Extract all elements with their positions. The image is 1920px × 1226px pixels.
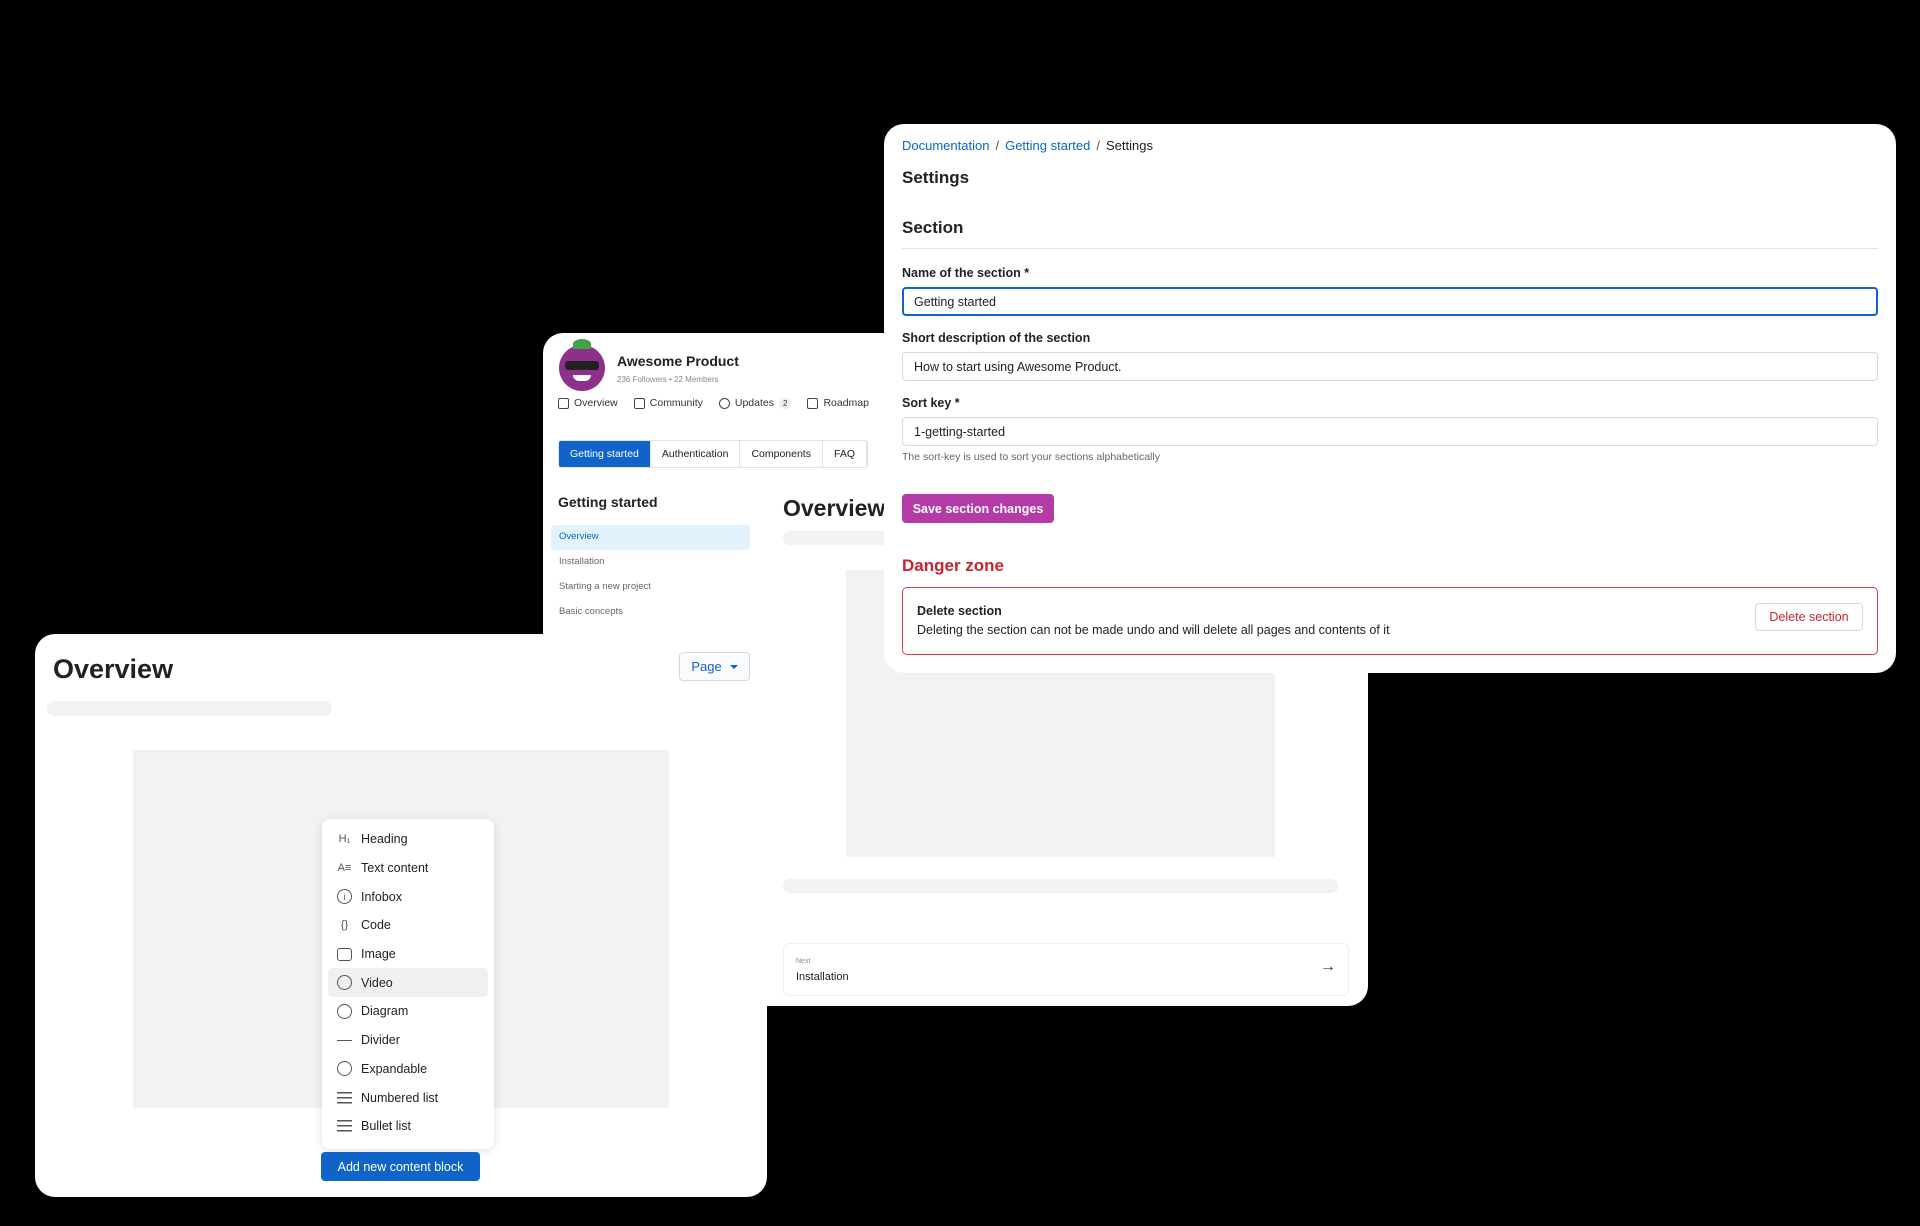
content-block-menu: H₁ Heading A≡ Text content i Infobox {} … <box>322 819 494 1149</box>
diagram-icon <box>336 1003 353 1020</box>
menu-item-code[interactable]: {} Code <box>328 911 488 940</box>
settings-window: Documentation / Getting started / Settin… <box>884 124 1896 673</box>
add-content-block-button[interactable]: Add new content block <box>321 1152 480 1181</box>
sidebar-list: Overview Installation Starting a new pro… <box>551 525 750 625</box>
menu-item-image[interactable]: Image <box>328 940 488 969</box>
sidebar-item-basic-concepts[interactable]: Basic concepts <box>551 600 750 625</box>
video-icon <box>336 974 353 991</box>
roadmap-icon <box>807 397 819 409</box>
menu-item-label: Heading <box>361 832 408 847</box>
menu-item-numbered-list[interactable]: Numbered list <box>328 1083 488 1112</box>
numbered-list-icon <box>336 1089 353 1106</box>
divider <box>902 248 1878 249</box>
bullet-list-icon <box>336 1118 353 1135</box>
nav-overview[interactable]: Overview <box>558 397 618 409</box>
menu-item-heading[interactable]: H₁ Heading <box>328 825 488 854</box>
next-label: Next <box>796 958 811 965</box>
product-meta: 236 Followers • 22 Members <box>617 374 719 384</box>
product-name: Awesome Product <box>617 352 739 369</box>
menu-item-label: Video <box>361 975 393 990</box>
divider-icon <box>336 1032 353 1049</box>
danger-zone-box: Delete section Deleting the section can … <box>902 587 1878 655</box>
menu-item-video[interactable]: Video <box>328 968 488 998</box>
tab-getting-started[interactable]: Getting started <box>559 441 651 467</box>
nav-roadmap[interactable]: Roadmap <box>807 397 869 409</box>
danger-zone-title: Danger zone <box>902 556 1005 575</box>
menu-item-label: Image <box>361 947 396 962</box>
breadcrumb-separator: / <box>995 138 1000 153</box>
overview-editor-window: Overview Page H₁ Heading A≡ Text content… <box>35 634 767 1197</box>
chevron-down-icon <box>729 664 738 669</box>
menu-item-bullet-list[interactable]: Bullet list <box>328 1112 488 1141</box>
updates-count-badge: 2 <box>778 397 792 409</box>
expandable-icon <box>336 1060 353 1077</box>
menu-item-label: Text content <box>361 861 429 876</box>
tab-authentication[interactable]: Authentication <box>651 441 741 467</box>
description-label: Short description of the section <box>902 331 1091 345</box>
product-avatar <box>559 339 605 391</box>
sort-key-input[interactable] <box>902 417 1878 446</box>
next-page-link[interactable]: Next Installation → <box>783 943 1349 996</box>
section-description-input[interactable] <box>902 352 1878 381</box>
next-page-title: Installation <box>796 971 849 983</box>
menu-item-label: Bullet list <box>361 1119 412 1134</box>
section-tabs: Getting started Authentication Component… <box>558 440 868 468</box>
menu-item-expandable[interactable]: Expandable <box>328 1055 488 1084</box>
placeholder-line <box>47 701 332 716</box>
image-icon <box>336 946 353 963</box>
sort-key-label: Sort key * <box>902 396 960 410</box>
section-heading: Section <box>902 218 964 237</box>
menu-item-label: Expandable <box>361 1061 428 1076</box>
nav-label: Community <box>649 397 703 409</box>
page-title: Settings <box>902 168 970 187</box>
menu-item-text-content[interactable]: A≡ Text content <box>328 854 488 883</box>
menu-item-divider[interactable]: Divider <box>328 1026 488 1055</box>
updates-icon <box>718 397 730 409</box>
sidebar-item-starting-project[interactable]: Starting a new project <box>551 575 750 600</box>
delete-section-button[interactable]: Delete section <box>1755 603 1863 631</box>
product-nav: Overview Community Updates 2 Roadmap <box>558 397 869 409</box>
sidebar-item-overview[interactable]: Overview <box>551 525 750 550</box>
menu-item-label: Infobox <box>361 889 403 904</box>
breadcrumb-getting-started[interactable]: Getting started <box>1005 138 1090 153</box>
sidebar-item-installation[interactable]: Installation <box>551 550 750 575</box>
home-icon <box>558 397 569 409</box>
menu-item-label: Diagram <box>361 1004 409 1019</box>
menu-item-label: Code <box>361 918 391 933</box>
product-header: Awesome Product 236 Followers • 22 Membe… <box>559 339 739 391</box>
delete-section-label: Delete section <box>917 604 1002 618</box>
save-section-button[interactable]: Save section changes <box>902 494 1054 523</box>
text-content-icon: A≡ <box>337 862 352 875</box>
section-name-input[interactable] <box>902 287 1878 316</box>
menu-item-label: Divider <box>361 1033 400 1048</box>
sort-key-help: The sort-key is used to sort your sectio… <box>902 451 1160 463</box>
menu-item-diagram[interactable]: Diagram <box>328 997 488 1026</box>
nav-label: Updates <box>734 397 774 409</box>
name-label: Name of the section * <box>902 266 1030 280</box>
menu-item-infobox[interactable]: i Infobox <box>328 882 488 911</box>
nav-label: Roadmap <box>823 397 869 409</box>
nav-community[interactable]: Community <box>633 397 703 409</box>
sidebar-title: Getting started <box>558 494 658 510</box>
nav-updates[interactable]: Updates 2 <box>718 397 792 409</box>
page-title: Overview <box>783 495 886 521</box>
breadcrumb-separator: / <box>1096 138 1100 153</box>
breadcrumb-documentation[interactable]: Documentation <box>902 138 989 153</box>
tab-components[interactable]: Components <box>740 441 823 467</box>
code-icon: {} <box>340 919 349 932</box>
menu-item-label: Numbered list <box>361 1090 439 1105</box>
page-type-label: Page <box>691 659 722 674</box>
delete-section-description: Deleting the section can not be made und… <box>917 623 1390 637</box>
heading-icon: H₁ <box>338 833 351 846</box>
arrow-right-icon: → <box>1320 958 1336 975</box>
editor-title: Overview <box>53 654 174 684</box>
placeholder-line <box>783 879 1338 893</box>
info-icon: i <box>336 888 353 905</box>
tab-faq[interactable]: FAQ <box>823 441 867 467</box>
page-type-dropdown[interactable]: Page <box>679 652 750 681</box>
community-icon <box>633 397 645 409</box>
nav-label: Overview <box>574 397 618 409</box>
breadcrumb: Documentation / Getting started / Settin… <box>902 138 1153 153</box>
breadcrumb-current: Settings <box>1105 138 1153 153</box>
